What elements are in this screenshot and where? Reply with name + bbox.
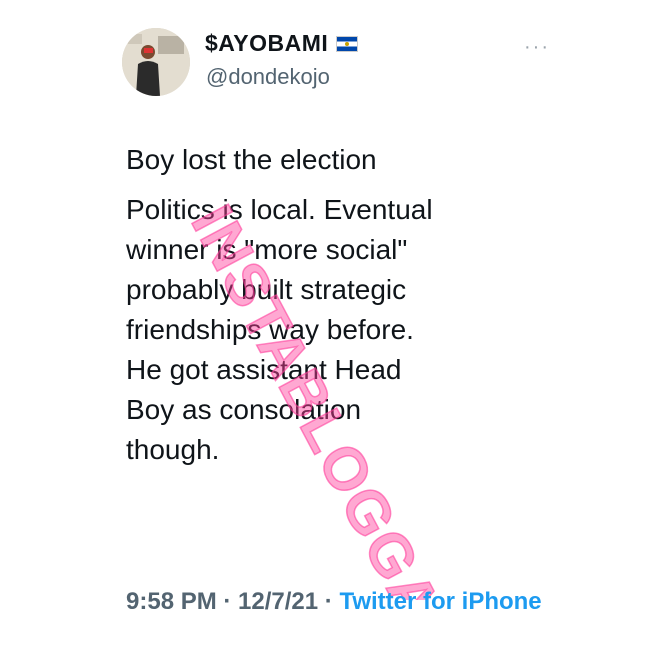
display-name[interactable]: $AYOBAMI xyxy=(205,30,359,57)
tweet-text-paragraph: Politics is local. Eventual winner is "m… xyxy=(126,194,433,465)
tweet-source-link[interactable]: Twitter for iPhone xyxy=(339,588,541,615)
meta-separator: · xyxy=(216,588,239,615)
user-handle[interactable]: @dondekojo xyxy=(206,64,330,90)
tweet-body: Boy lost the election Politics is local.… xyxy=(126,140,566,470)
el-salvador-flag-icon xyxy=(336,35,359,52)
tweet-meta: 9:58 PM · 12/7/21 · Twitter for iPhone xyxy=(126,584,566,620)
tweet-time[interactable]: 9:58 PM xyxy=(126,588,217,615)
display-name-text: $AYOBAMI xyxy=(205,30,329,56)
tweet-text-line: Boy lost the election xyxy=(126,144,377,175)
tweet-date[interactable]: 12/7/21 xyxy=(238,588,318,615)
more-icon[interactable]: ··· xyxy=(524,36,550,59)
meta-separator: · xyxy=(318,588,340,615)
avatar[interactable] xyxy=(122,28,190,96)
